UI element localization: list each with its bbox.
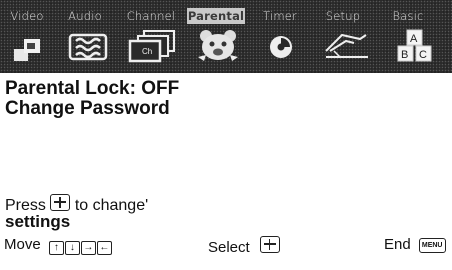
basic-icon-letter-c: C (419, 49, 427, 61)
audio-icon[interactable] (64, 27, 112, 65)
setup-icon[interactable] (320, 27, 372, 65)
svg-text:Ch: Ch (142, 47, 152, 56)
footer-select-label: Select (208, 239, 250, 256)
tab-channel[interactable]: Channel (120, 8, 182, 24)
video-icon[interactable] (12, 27, 44, 65)
timer-icon[interactable] (264, 27, 298, 65)
tab-video[interactable]: Video (2, 8, 52, 24)
tab-basic[interactable]: Basic (384, 8, 432, 24)
tab-setup[interactable]: Setup (318, 8, 368, 24)
parental-bear-icon[interactable] (194, 27, 244, 65)
instruction-change: to change' (74, 197, 149, 214)
basic-abc-icon[interactable]: A B C (394, 27, 438, 65)
footer-end: End MENU (384, 236, 446, 253)
menu-bar: Video Audio Channel Parental Timer Setup… (0, 0, 452, 73)
instruction-settings: settings (5, 212, 71, 231)
footer-end-label: End (384, 236, 411, 253)
change-password-item[interactable]: Change Password (5, 98, 170, 120)
footer-select-button-icon (259, 236, 280, 253)
menu-key-icon: MENU (418, 238, 446, 253)
select-button-icon (50, 194, 71, 211)
tab-audio[interactable]: Audio (58, 8, 112, 24)
basic-icon-letter-a: A (410, 33, 418, 45)
basic-icon-letter-b: B (401, 49, 408, 61)
parental-lock-status[interactable]: Parental Lock: OFF (5, 78, 179, 100)
footer-select: Select (208, 236, 280, 256)
arrow-keys-icon: ↑ ↓ → ← (48, 241, 112, 255)
footer-move: Move ↑ ↓ → ← (4, 236, 112, 255)
tab-timer[interactable]: Timer (256, 8, 304, 24)
tab-parental[interactable]: Parental (187, 8, 245, 24)
footer-move-label: Move (4, 236, 41, 253)
channel-icon[interactable]: Ch (124, 27, 180, 65)
